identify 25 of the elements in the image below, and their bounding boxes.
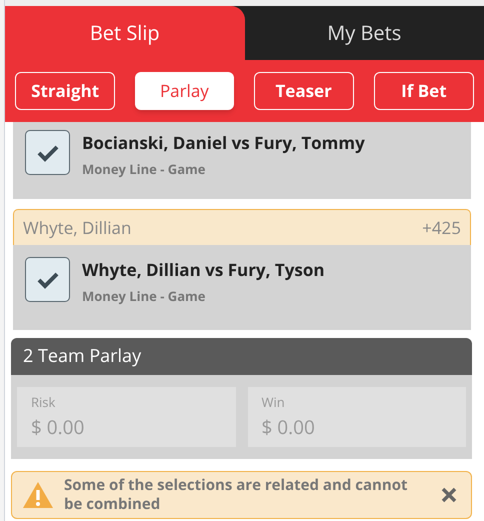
amount-field[interactable]: Win $ 0.00 [248, 387, 466, 447]
selection-title: Whyte, Dillian vs Fury, Tyson [82, 257, 325, 282]
bet-type-button[interactable]: Straight [15, 72, 116, 110]
checkmark-icon [36, 270, 58, 288]
field-label: Risk [31, 393, 56, 412]
bet-type-button[interactable]: Parlay [135, 72, 234, 110]
bet-type-button[interactable]: Teaser [254, 72, 354, 110]
selection-subtitle: Money Line - Game [82, 286, 206, 306]
selection-name: Whyte, Dillian [23, 214, 132, 240]
field-label: Win [262, 393, 286, 412]
warning-text: Some of the selections are related and cannot be combined [64, 476, 409, 514]
parlay-title: 2 Team Parlay [11, 338, 472, 375]
checkbox[interactable] [25, 257, 70, 302]
warning-icon [22, 481, 54, 509]
amount-field[interactable]: Risk $ 0.00 [17, 387, 236, 447]
selection-odds: +425 [422, 214, 461, 240]
selection-title: Bocianski, Daniel vs Fury, Tommy [82, 130, 365, 156]
selection-subtitle: Money Line - Game [82, 160, 206, 179]
close-icon [441, 487, 457, 503]
amount-input[interactable]: $ 0.00 [262, 412, 452, 441]
bet-type-button[interactable]: If Bet [374, 72, 474, 110]
checkmark-icon [36, 144, 58, 162]
checkbox[interactable] [25, 130, 70, 175]
amount-input[interactable]: $ 0.00 [31, 412, 222, 441]
tab[interactable]: Bet Slip [5, 6, 244, 60]
